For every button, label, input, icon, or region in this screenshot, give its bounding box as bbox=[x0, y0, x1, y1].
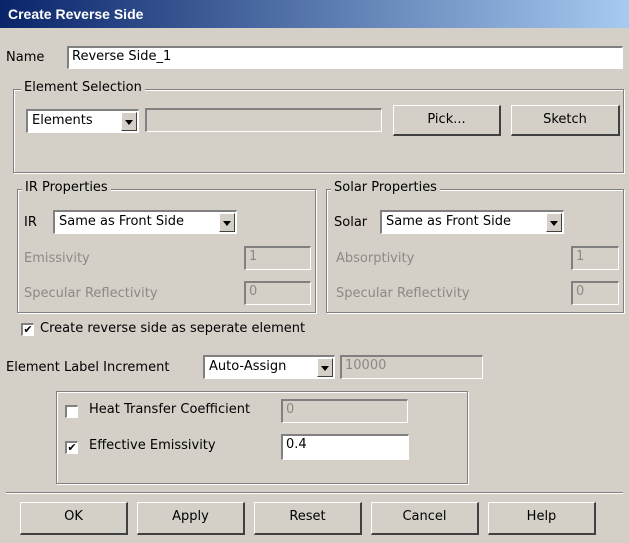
ir-specular-label: Specular Reflectivity bbox=[24, 286, 158, 301]
cancel-button[interactable]: Cancel bbox=[371, 502, 479, 535]
ir-specular-field[interactable]: 0 bbox=[244, 281, 311, 305]
effective-emissivity-checkbox[interactable]: ✔ bbox=[65, 441, 78, 454]
ok-button[interactable]: OK bbox=[20, 502, 128, 535]
title-bar[interactable]: Create Reverse Side bbox=[0, 0, 629, 28]
solar-select[interactable]: Same as Front Side bbox=[380, 210, 564, 234]
ir-select[interactable]: Same as Front Side bbox=[53, 210, 237, 234]
chevron-down-icon[interactable] bbox=[219, 213, 235, 232]
solar-specular-label: Specular Reflectivity bbox=[336, 286, 470, 301]
name-label: Name bbox=[6, 50, 45, 65]
separate-element-label: Create reverse side as seperate element bbox=[40, 321, 306, 336]
chevron-down-icon[interactable] bbox=[546, 213, 562, 232]
element-selection-field[interactable] bbox=[145, 108, 382, 132]
element-selection-title: Element Selection bbox=[21, 80, 145, 95]
label-increment-mode: Auto-Assign bbox=[209, 359, 287, 374]
solar-specular-field[interactable]: 0 bbox=[571, 281, 619, 305]
ir-label: IR bbox=[24, 215, 37, 230]
label-increment-select[interactable]: Auto-Assign bbox=[203, 355, 335, 379]
pick-button[interactable]: Pick... bbox=[393, 105, 501, 136]
sketch-button[interactable]: Sketch bbox=[511, 105, 620, 136]
chevron-down-icon[interactable] bbox=[317, 358, 333, 377]
element-type-select[interactable]: Elements bbox=[26, 109, 139, 133]
solar-label: Solar bbox=[334, 215, 368, 230]
element-type-value: Elements bbox=[32, 113, 93, 128]
reset-button[interactable]: Reset bbox=[254, 502, 362, 535]
label-increment-label: Element Label Increment bbox=[6, 360, 170, 375]
checkmark-icon: ✔ bbox=[23, 323, 33, 336]
heat-transfer-label: Heat Transfer Coefficient bbox=[89, 402, 251, 417]
help-button[interactable]: Help bbox=[488, 502, 596, 535]
name-field[interactable]: Reverse Side_1 bbox=[67, 46, 623, 69]
emissivity-field[interactable]: 1 bbox=[244, 246, 311, 270]
create-reverse-side-dialog: Create Reverse Side Name Reverse Side_1 … bbox=[0, 0, 629, 543]
apply-button[interactable]: Apply bbox=[137, 502, 245, 535]
solar-value: Same as Front Side bbox=[386, 214, 512, 229]
heat-transfer-field[interactable]: 0 bbox=[281, 399, 408, 423]
button-separator bbox=[6, 492, 623, 494]
heat-transfer-checkbox[interactable] bbox=[65, 405, 78, 418]
chevron-down-icon[interactable] bbox=[121, 112, 137, 131]
ir-value: Same as Front Side bbox=[59, 214, 185, 229]
ir-properties-title: IR Properties bbox=[22, 180, 111, 195]
effective-emissivity-field[interactable]: 0.4 bbox=[281, 434, 409, 460]
absorptivity-field[interactable]: 1 bbox=[571, 246, 619, 270]
label-increment-field[interactable]: 10000 bbox=[340, 355, 483, 379]
separate-element-checkbox[interactable]: ✔ bbox=[21, 323, 34, 336]
effective-emissivity-label: Effective Emissivity bbox=[89, 438, 216, 453]
dialog-title: Create Reverse Side bbox=[8, 6, 144, 22]
checkmark-icon: ✔ bbox=[67, 441, 77, 454]
solar-properties-title: Solar Properties bbox=[331, 180, 440, 195]
absorptivity-label: Absorptivity bbox=[336, 251, 415, 266]
emissivity-label: Emissivity bbox=[24, 251, 90, 266]
